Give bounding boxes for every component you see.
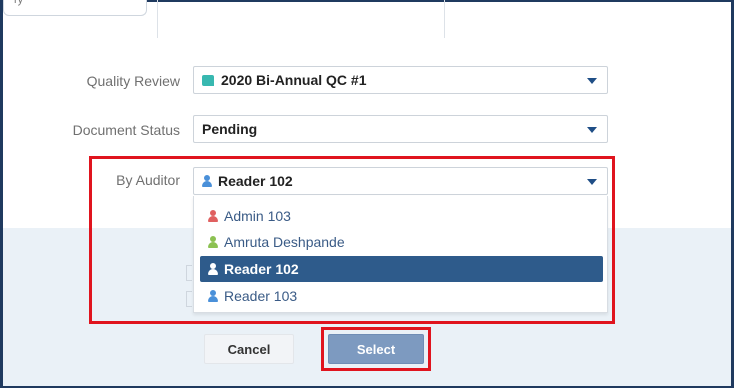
document-icon: [202, 74, 214, 86]
cancel-button[interactable]: Cancel: [204, 334, 294, 364]
highlight-box-auditor: [89, 156, 615, 324]
chevron-down-icon: [587, 78, 597, 84]
document-status-label: Document Status: [72, 122, 180, 138]
document-status-select[interactable]: Pending: [193, 115, 608, 143]
document-status-value: Pending: [202, 121, 258, 137]
divider: [444, 0, 445, 38]
highlight-box-select: [321, 327, 431, 371]
quality-review-label: Quality Review: [86, 73, 180, 89]
tab-partial[interactable]: ry: [3, 0, 147, 16]
chevron-down-icon: [587, 127, 597, 133]
tab-label: ry: [14, 0, 24, 6]
divider: [157, 0, 158, 38]
quality-review-value: 2020 Bi-Annual QC #1: [221, 72, 367, 88]
quality-review-select[interactable]: 2020 Bi-Annual QC #1: [193, 66, 608, 94]
